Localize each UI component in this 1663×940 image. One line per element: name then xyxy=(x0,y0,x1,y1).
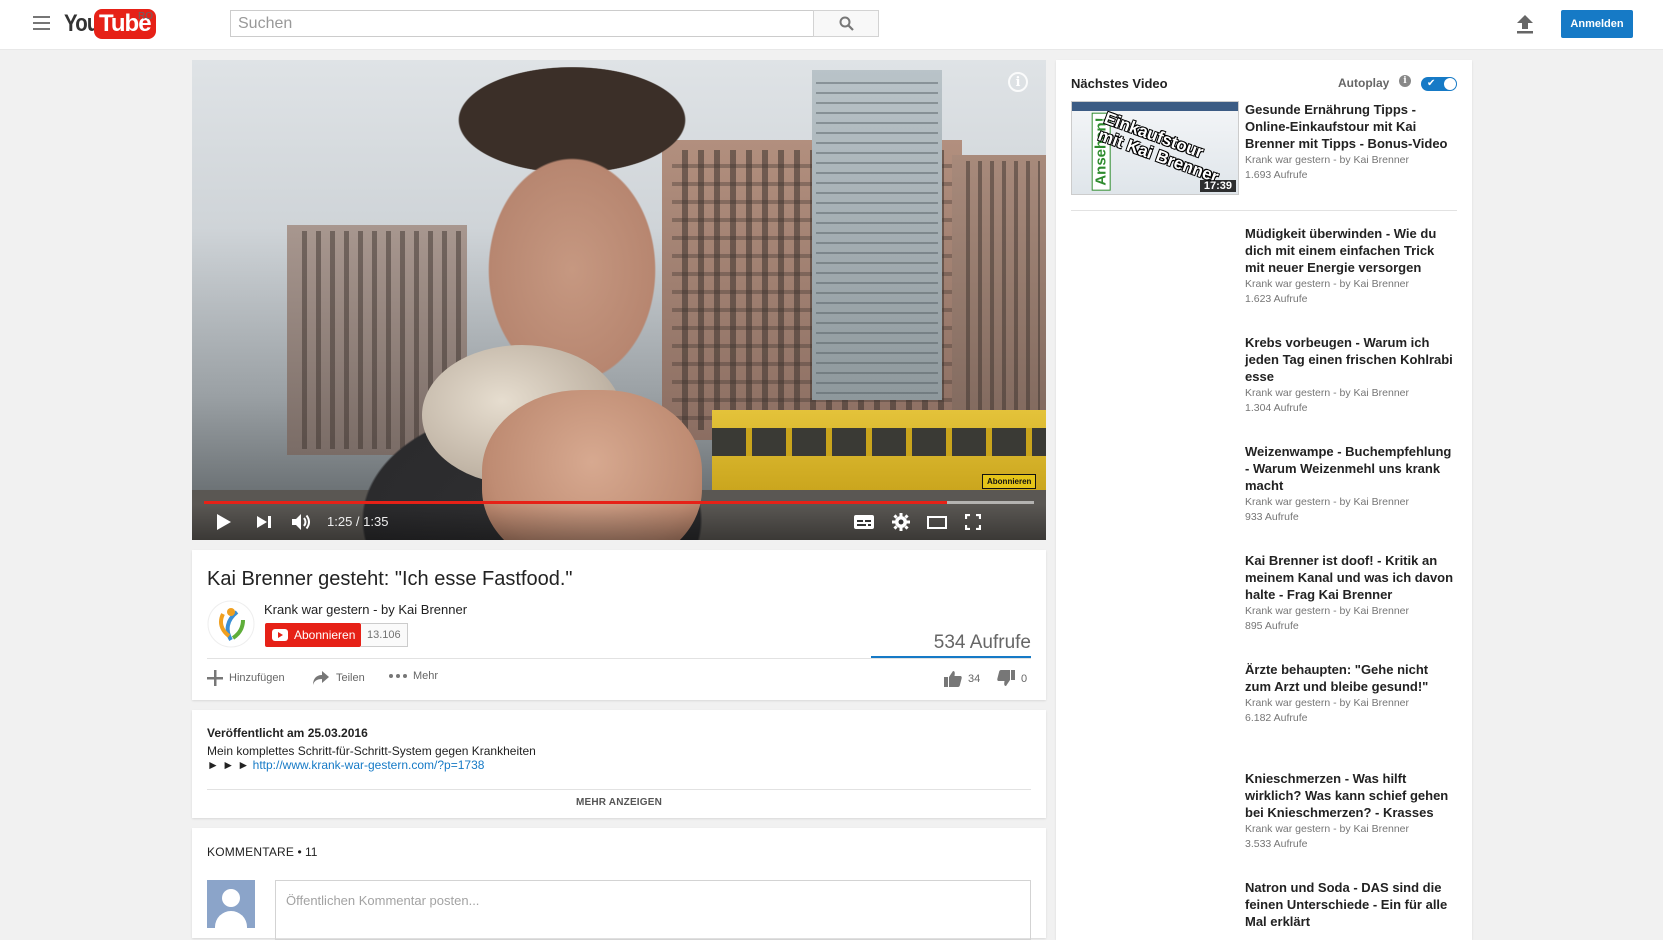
plus-icon xyxy=(207,670,223,686)
subscriber-count: 13.106 xyxy=(361,623,408,647)
info-icon[interactable]: i xyxy=(1008,72,1028,92)
next-icon xyxy=(257,516,271,528)
search-input[interactable]: Suchen xyxy=(230,10,813,37)
related-video-title[interactable]: Knieschmerzen - Was hilft wirklich? Was … xyxy=(1245,770,1457,821)
subscribe-button[interactable]: Abonnieren xyxy=(265,623,361,647)
video-thumbnail[interactable]: Ansehen! Einkaufstour mit Kai Brenner 17:… xyxy=(1071,101,1239,195)
comments-count: • 11 xyxy=(297,845,318,859)
channel-avatar[interactable] xyxy=(207,600,255,648)
related-video-title[interactable]: Ärzte behaupten: "Gehe nicht zum Arzt un… xyxy=(1245,661,1457,695)
subscribe-label: Abonnieren xyxy=(294,628,356,642)
avatar xyxy=(207,880,255,928)
related-video-meta: Krank war gestern - by Kai Brenner 1.304 … xyxy=(1245,387,1409,414)
related-video-title[interactable]: Krebs vorbeugen - Warum ich jeden Tag ei… xyxy=(1245,334,1457,385)
related-video-title[interactable]: Gesunde Ernährung Tipps - Online-Einkauf… xyxy=(1245,101,1457,152)
channel-name[interactable]: Krank war gestern - by Kai Brenner xyxy=(264,602,467,617)
related-video-meta: Krank war gestern - by Kai Brenner 1.623 … xyxy=(1245,278,1409,305)
comment-input[interactable]: Öffentlichen Kommentar posten... xyxy=(275,880,1031,940)
comments-label: KOMMENTARE xyxy=(207,845,295,859)
related-video-meta: Krank war gestern - by Kai Brenner 1.693 … xyxy=(1245,154,1409,181)
gear-icon xyxy=(892,513,910,531)
related-video-meta: Krank war gestern - by Kai Brenner 6.182 … xyxy=(1245,697,1409,724)
view-count: 534 Aufrufe xyxy=(933,632,1031,653)
youtube-icon xyxy=(272,629,288,641)
description-link-line: ► ► ► http://www.krank-war-gestern.com/?… xyxy=(207,758,484,772)
video-player[interactable]: i Abonnieren 1:25 / 1:35 xyxy=(192,60,1046,540)
related-video-title[interactable]: Kai Brenner ist doof! - Kritik an meinem… xyxy=(1245,552,1457,603)
time-display: 1:25 / 1:35 xyxy=(327,514,389,529)
description-link[interactable]: http://www.krank-war-gestern.com/?p=1738 xyxy=(253,758,485,772)
related-video-title[interactable]: Müdigkeit überwinden - Wie du dich mit e… xyxy=(1245,225,1457,276)
video-info-card: Kai Brenner gesteht: "Ich esse Fastfood.… xyxy=(192,550,1046,700)
thumbs-up-icon xyxy=(944,671,962,687)
like-button[interactable]: 34 xyxy=(944,670,980,687)
annotation-subscribe[interactable]: Abonnieren xyxy=(982,474,1037,489)
related-video-meta: Krank war gestern - by Kai Brenner 3.533 … xyxy=(1245,823,1409,850)
upload-icon[interactable] xyxy=(1514,12,1536,36)
more-actions-button[interactable]: Mehr xyxy=(389,670,438,682)
country-code: RO xyxy=(138,11,153,22)
check-icon: ✔ xyxy=(1427,78,1436,89)
thumbs-down-icon xyxy=(997,670,1015,686)
video-title: Kai Brenner gesteht: "Ich esse Fastfood.… xyxy=(207,568,573,590)
autoplay-label: Autoplay xyxy=(1338,76,1390,90)
play-icon xyxy=(217,514,231,530)
settings-button[interactable] xyxy=(882,504,920,540)
add-to-label: Hinzufügen xyxy=(229,672,285,684)
more-dots-icon xyxy=(389,674,407,678)
search-placeholder: Suchen xyxy=(238,14,293,32)
masthead: You Tube RO Suchen Anmelden xyxy=(0,0,1663,50)
dislike-count: 0 xyxy=(1021,672,1028,685)
dislike-button[interactable]: 0 xyxy=(997,670,1027,687)
show-more-button[interactable]: MEHR ANZEIGEN xyxy=(192,797,1046,808)
autoplay-toggle[interactable]: ✔ xyxy=(1421,77,1457,91)
fullscreen-icon xyxy=(965,514,981,530)
related-video-title[interactable]: Weizenwampe - Buchempfehlung - Warum Wei… xyxy=(1245,443,1457,494)
youtube-logo[interactable]: You Tube RO xyxy=(64,9,156,39)
like-count: 34 xyxy=(968,672,981,685)
autoplay-info-icon[interactable]: i xyxy=(1399,75,1411,87)
player-controls: 1:25 / 1:35 xyxy=(192,504,1046,540)
description-line: Mein komplettes Schritt-für-Schritt-Syst… xyxy=(207,744,536,758)
arrow-bullets: ► ► ► xyxy=(207,758,253,772)
search-icon xyxy=(839,16,854,31)
publish-date: Veröffentlicht am 25.03.2016 xyxy=(207,726,368,740)
share-button[interactable]: Teilen xyxy=(312,670,365,686)
volume-icon xyxy=(292,514,310,530)
share-icon xyxy=(313,671,329,685)
comments-card: KOMMENTARE • 11 Öffentlichen Kommentar p… xyxy=(192,828,1046,940)
up-next-label: Nächstes Video xyxy=(1071,76,1168,91)
share-label: Teilen xyxy=(336,672,365,684)
signin-button[interactable]: Anmelden xyxy=(1561,10,1633,38)
menu-icon[interactable] xyxy=(33,16,50,30)
theater-icon xyxy=(927,515,947,529)
description-card: Veröffentlicht am 25.03.2016 Mein komple… xyxy=(192,710,1046,818)
related-video-meta: Krank war gestern - by Kai Brenner 895 Au… xyxy=(1245,605,1409,632)
search-button[interactable] xyxy=(813,10,879,37)
theater-button[interactable] xyxy=(919,504,955,540)
fullscreen-button[interactable] xyxy=(955,504,991,540)
related-video-meta: Krank war gestern - by Kai Brenner 933 Au… xyxy=(1245,496,1409,523)
video-duration: 17:39 xyxy=(1199,180,1236,192)
next-button[interactable] xyxy=(244,504,284,540)
play-button[interactable] xyxy=(204,504,244,540)
captions-icon xyxy=(854,515,874,529)
add-to-button[interactable]: Hinzufügen xyxy=(207,670,285,686)
comments-heading: KOMMENTARE • 11 xyxy=(207,845,317,859)
captions-button[interactable] xyxy=(846,504,882,540)
volume-button[interactable] xyxy=(282,504,322,540)
related-video-title[interactable]: Natron und Soda - DAS sind die feinen Un… xyxy=(1245,879,1457,930)
related-videos-sidebar: Nächstes Video Autoplay i ✔ Ansehen! Ein… xyxy=(1056,60,1472,940)
more-label: Mehr xyxy=(413,670,439,682)
